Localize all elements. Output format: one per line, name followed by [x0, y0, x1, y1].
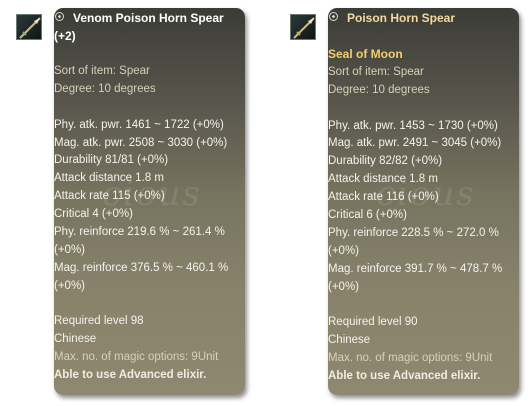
stat-line: Critical 6 (+0%) [328, 209, 407, 222]
stat-line: Phy. reinforce 219.6 % ~ 261.4 % [54, 226, 225, 239]
spear-item-icon[interactable] [16, 14, 42, 40]
stat-line: Attack rate 115 (+0%) [54, 190, 165, 203]
spear-icon [293, 17, 315, 39]
stat-line: Phy. atk. pwr. 1461 ~ 1722 (+0%) [54, 118, 224, 131]
stat-line: Mag. atk. pwr. 2491 ~ 3045 (+0%) [328, 137, 502, 150]
stat-line: Mag. atk. pwr. 2508 ~ 3030 (+0%) [54, 136, 228, 149]
magic-options: Max. no. of magic options: 9Unit [328, 352, 493, 365]
circle-bullet-icon [55, 12, 64, 21]
stat-line: (+0%) [54, 279, 85, 292]
magic-options: Max. no. of magic options: 9Unit [54, 351, 219, 364]
advanced-elixir-note: Able to use Advanced elixir. [54, 369, 207, 382]
required-level: Required level 90 [328, 316, 418, 329]
stat-line: Mag. reinforce 376.5 % ~ 460.1 % [54, 261, 229, 274]
stat-line: Phy. atk. pwr. 1453 ~ 1730 (+0%) [328, 119, 498, 132]
required-level: Required level 98 [54, 315, 144, 328]
item-race: Chinese [54, 333, 97, 346]
stat-line: Critical 4 (+0%) [54, 208, 133, 221]
item-sort: Sort of item: Spear [328, 65, 424, 78]
spear-item-icon[interactable] [290, 14, 316, 40]
item-sort: Sort of item: Spear [54, 65, 150, 77]
stat-line: Attack distance 1.8 m [54, 172, 164, 185]
item-title: Venom Poison Horn Spear [73, 11, 224, 25]
circle-bullet-icon [329, 12, 338, 21]
item-enhancement: (+2) [54, 29, 76, 43]
item-tooltip-left: cious Venom Poison Horn Spear (+2) Sort … [54, 8, 245, 395]
advanced-elixir-note: Able to use Advanced elixir. [328, 370, 481, 383]
stat-line: Attack distance 1.8 m [328, 173, 438, 186]
item-degree: Degree: 10 degrees [328, 83, 430, 96]
item-tooltip-right: cious Poison Horn Spear Seal of Moon Sor… [328, 8, 519, 395]
stat-line: Mag. reinforce 391.7 % ~ 478.7 % [328, 262, 503, 275]
stat-line: (+0%) [328, 280, 359, 293]
spear-icon [19, 17, 41, 39]
stat-line: Attack rate 116 (+0%) [328, 191, 439, 204]
item-degree: Degree: 10 degrees [54, 82, 156, 95]
stat-line: Durability 82/82 (+0%) [328, 155, 443, 168]
item-race: Chinese [328, 334, 371, 347]
stat-line: (+0%) [54, 243, 85, 256]
stat-line: Phy. reinforce 228.5 % ~ 272.0 % [328, 226, 499, 239]
seal-type: Seal of Moon [328, 47, 403, 61]
item-title: Poison Horn Spear [347, 11, 456, 25]
stat-line: Durability 81/81 (+0%) [54, 154, 169, 167]
stat-line: (+0%) [328, 244, 359, 257]
